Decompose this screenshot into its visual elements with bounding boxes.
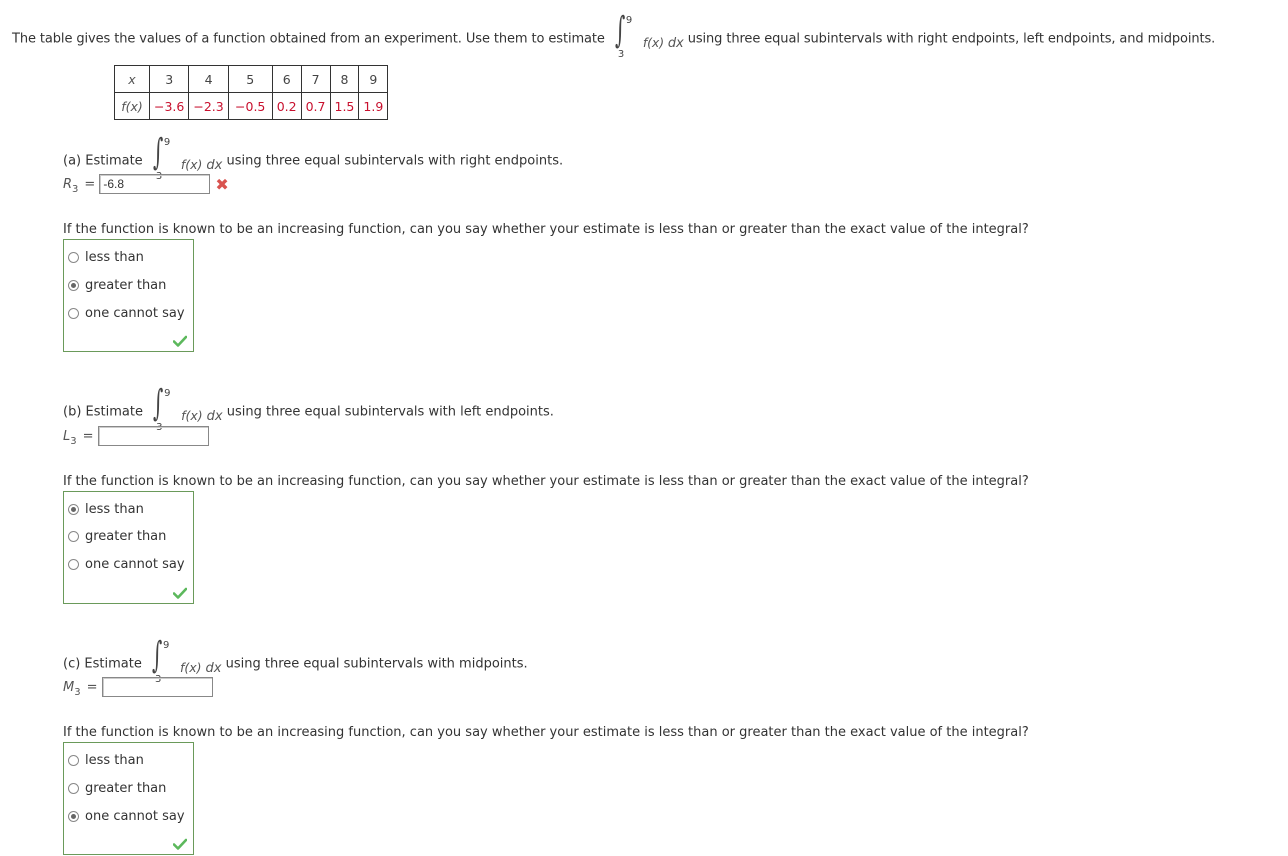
integral-lower-limit: 3 bbox=[617, 49, 625, 60]
radio-button[interactable] bbox=[68, 251, 79, 263]
fx-header: f(x) bbox=[114, 92, 150, 120]
part-b-label: (b) Estimate bbox=[63, 404, 143, 420]
fx-cell: −0.5 bbox=[227, 92, 273, 120]
option-less-than[interactable]: less than bbox=[68, 500, 144, 518]
part-a-choice-group: less than greater than one cannot say bbox=[63, 239, 194, 352]
fx-cell: −3.6 bbox=[148, 92, 190, 120]
fx-cell: 1.9 bbox=[358, 92, 389, 120]
x-header: x bbox=[114, 65, 150, 93]
option-greater-than[interactable]: greater than bbox=[68, 527, 166, 545]
intro-text-end: using three equal subintervals with righ… bbox=[687, 31, 1216, 47]
r3-answer-input[interactable]: -6.8 bbox=[99, 174, 211, 194]
integrand: f(x) dx bbox=[642, 34, 684, 51]
intro-text: The table gives the values of a function… bbox=[12, 31, 605, 47]
r3-label: R3 bbox=[63, 176, 79, 195]
integrand: f(x) dx bbox=[181, 407, 223, 424]
x-row: x 3 4 5 6 7 8 9 bbox=[114, 65, 389, 93]
radio-button[interactable] bbox=[68, 530, 79, 542]
part-a-method: using three equal subintervals with righ… bbox=[226, 153, 564, 169]
option-one-cannot-say[interactable]: one cannot say bbox=[68, 304, 185, 322]
m3-label: M3 bbox=[63, 679, 81, 698]
radio-button-selected[interactable] bbox=[68, 279, 79, 291]
part-a-prompt: If the function is known to be an increa… bbox=[63, 222, 1029, 237]
option-one-cannot-say[interactable]: one cannot say bbox=[68, 807, 185, 825]
part-c-method: using three equal subintervals with midp… bbox=[225, 656, 528, 672]
part-c-choice-group: less than greater than one cannot say bbox=[63, 742, 194, 855]
option-less-than[interactable]: less than bbox=[68, 248, 144, 266]
integrand: f(x) dx bbox=[180, 156, 223, 173]
fx-row: f(x) −3.6 −2.3 −0.5 0.2 0.7 1.5 1.9 bbox=[114, 92, 389, 120]
fx-cell: −2.3 bbox=[188, 92, 229, 120]
option-greater-than[interactable]: greater than bbox=[68, 276, 166, 294]
integral-upper-limit: 9 bbox=[625, 15, 633, 26]
part-a-answer-row: R3 = -6.8 ✖ bbox=[63, 174, 229, 195]
radio-button[interactable] bbox=[68, 754, 79, 766]
part-c-label: (c) Estimate bbox=[63, 656, 142, 672]
radio-button[interactable] bbox=[68, 307, 79, 319]
part-b-method: using three equal subintervals with left… bbox=[226, 404, 554, 420]
part-b-prompt: If the function is known to be an increa… bbox=[63, 474, 1029, 489]
l3-answer-input[interactable] bbox=[97, 426, 209, 446]
part-c-prompt: If the function is known to be an increa… bbox=[63, 725, 1029, 740]
radio-button-selected[interactable] bbox=[68, 503, 79, 515]
incorrect-x-icon: ✖ bbox=[215, 174, 229, 194]
part-c-answer-row: M3 = bbox=[63, 677, 213, 698]
fx-cell: 0.7 bbox=[300, 92, 331, 120]
correct-check-icon bbox=[173, 838, 187, 850]
x-cell: 8 bbox=[329, 65, 360, 93]
x-cell: 4 bbox=[188, 65, 229, 93]
fx-cell: 0.2 bbox=[271, 92, 302, 120]
option-one-cannot-say[interactable]: one cannot say bbox=[68, 555, 185, 573]
correct-check-icon bbox=[173, 335, 187, 347]
integrand: f(x) dx bbox=[180, 659, 222, 676]
x-cell: 9 bbox=[358, 65, 389, 93]
x-cell: 7 bbox=[300, 65, 331, 93]
option-less-than[interactable]: less than bbox=[68, 751, 144, 769]
integral-symbol: ∫ 9 3 bbox=[614, 10, 633, 61]
radio-button[interactable] bbox=[68, 782, 79, 794]
m3-answer-input[interactable] bbox=[101, 677, 213, 697]
radio-button-selected[interactable] bbox=[68, 810, 79, 822]
fx-cell: 1.5 bbox=[329, 92, 360, 120]
option-greater-than[interactable]: greater than bbox=[68, 779, 166, 797]
correct-check-icon bbox=[173, 587, 187, 599]
x-cell: 6 bbox=[271, 65, 302, 93]
l3-label: L3 bbox=[63, 428, 77, 447]
part-b-answer-row: L3 = bbox=[63, 426, 209, 447]
x-cell: 3 bbox=[148, 65, 190, 93]
radio-button[interactable] bbox=[68, 558, 79, 570]
function-values-table: x 3 4 5 6 7 8 9 f(x) −3.6 −2.3 −0.5 0.2 … bbox=[114, 65, 389, 120]
part-b-choice-group: less than greater than one cannot say bbox=[63, 491, 194, 604]
x-cell: 5 bbox=[227, 65, 273, 93]
problem-intro: The table gives the values of a function… bbox=[12, 10, 1216, 61]
part-a-label: (a) Estimate bbox=[63, 153, 143, 169]
